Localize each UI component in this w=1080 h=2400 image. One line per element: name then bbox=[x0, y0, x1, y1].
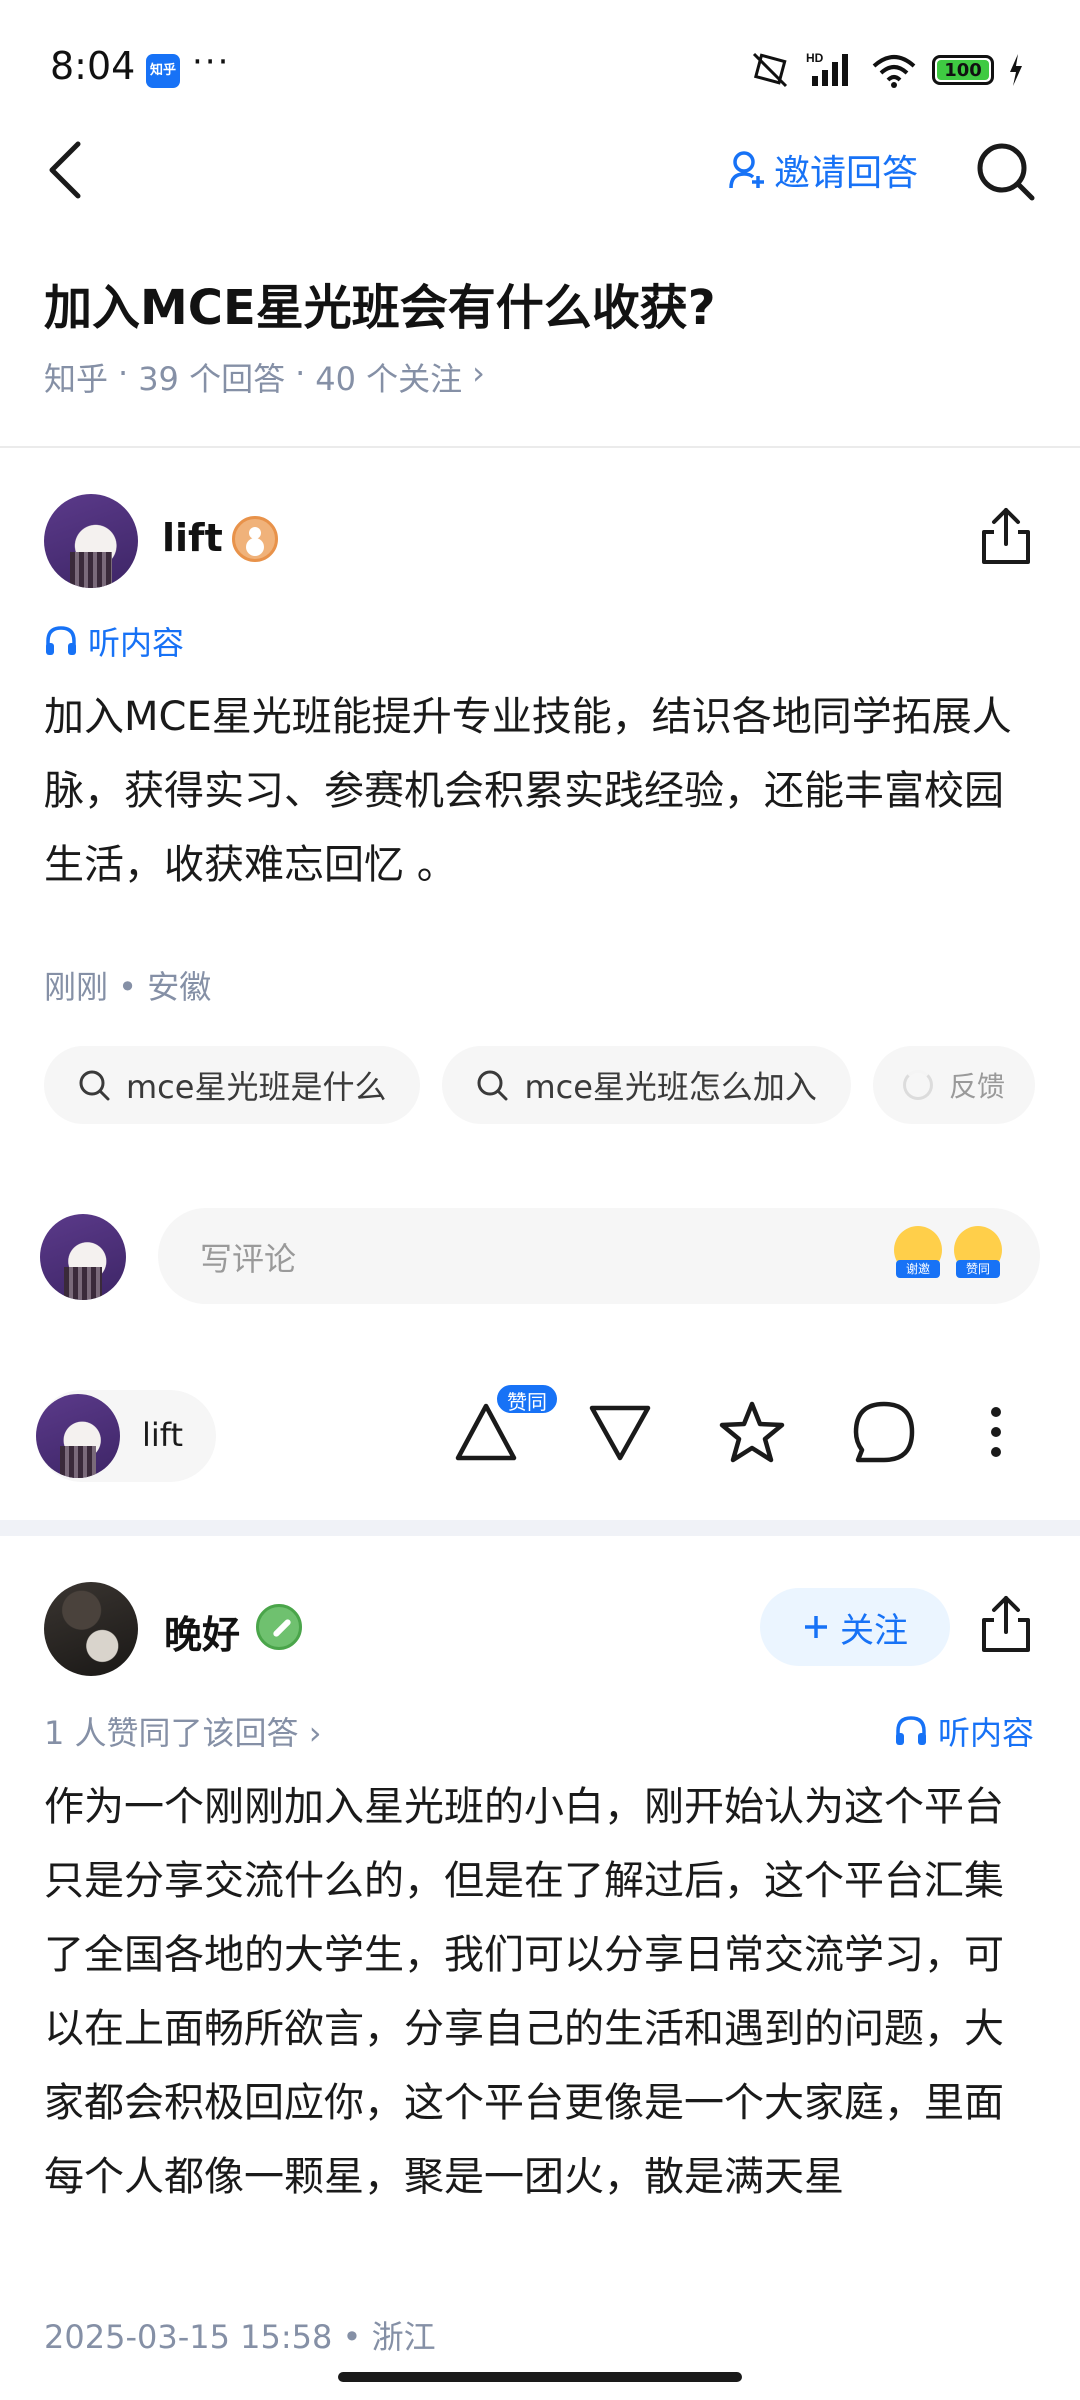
comment-placeholder: 写评论 bbox=[200, 1240, 297, 1278]
upvote-badge: 赞同 bbox=[494, 1382, 560, 1416]
share-icon[interactable] bbox=[978, 506, 1034, 566]
search-icon bbox=[477, 1070, 508, 1101]
invite-answer-button[interactable]: 邀请回答 bbox=[728, 144, 918, 196]
invite-answer-label: 邀请回答 bbox=[774, 153, 919, 194]
comment-icon[interactable] bbox=[848, 1396, 920, 1468]
more-vertical-icon[interactable] bbox=[960, 1396, 1032, 1468]
headphones-icon bbox=[46, 626, 76, 655]
loading-spinner-icon bbox=[902, 1070, 933, 1100]
thanks-invite-emoji-icon[interactable]: 谢邀 bbox=[894, 1226, 942, 1278]
charging-icon bbox=[1010, 54, 1022, 86]
star-icon[interactable] bbox=[716, 1396, 788, 1468]
meta-separator: · bbox=[295, 354, 306, 392]
feedback-label: 反馈 bbox=[948, 1070, 1005, 1103]
chip-label: mce星光班怎么加入 bbox=[524, 1068, 817, 1106]
listen-content-button[interactable]: 听内容 bbox=[894, 1708, 1034, 1754]
comment-input[interactable]: 写评论 谢邀 赞同 bbox=[158, 1208, 1040, 1304]
follow-button[interactable]: 关注 bbox=[760, 1588, 950, 1666]
question-title[interactable]: 加入MCE星光班会有什么收获? bbox=[44, 268, 716, 338]
answer-meta: 刚刚 • 安徽 bbox=[44, 968, 212, 1006]
related-search-chips: mce星光班是什么 mce星光班怎么加入 反馈 bbox=[44, 1046, 1080, 1124]
question-meta[interactable]: 知乎 · 39 个回答 · 40 个关注 › bbox=[44, 354, 485, 400]
notification-more-icon: ··· bbox=[192, 42, 231, 82]
battery-icon: 100 bbox=[932, 55, 994, 85]
meta-separator: · bbox=[118, 354, 129, 392]
downvote-icon[interactable] bbox=[584, 1396, 656, 1468]
share-icon[interactable] bbox=[978, 1594, 1034, 1654]
home-indicator[interactable] bbox=[338, 2372, 742, 2382]
zhihu-app-icon: 知乎 bbox=[146, 54, 180, 88]
listen-content-button[interactable]: 听内容 bbox=[44, 618, 184, 664]
mute-vibrate-icon bbox=[752, 52, 788, 88]
listen-content-label: 听内容 bbox=[88, 624, 185, 662]
emoji-label: 谢邀 bbox=[896, 1260, 940, 1278]
related-search-chip[interactable]: mce星光班是什么 bbox=[44, 1046, 421, 1124]
signal-icon: HD bbox=[806, 51, 848, 86]
related-search-chip[interactable]: mce星光班怎么加入 bbox=[442, 1046, 851, 1124]
wifi-icon bbox=[872, 55, 916, 88]
status-icons: HD 100 bbox=[748, 50, 1024, 90]
upvote-summary[interactable]: 1 人赞同了该回答 › bbox=[44, 1708, 322, 1754]
header-divider bbox=[0, 446, 1080, 448]
status-time: 8:04 bbox=[50, 44, 136, 88]
answer-body[interactable]: 作为一个刚刚加入星光班的小白，刚开始认为这个平台只是分享交流什么的，但是在了解过… bbox=[44, 1770, 1034, 2214]
headphones-icon bbox=[896, 1716, 926, 1745]
answer-body[interactable]: 加入MCE星光班能提升专业技能，结识各地同学拓展人脉，获得实习、参赛机会积累实践… bbox=[44, 680, 1034, 902]
author-pill[interactable]: lift bbox=[36, 1390, 216, 1482]
chip-label: mce星光班是什么 bbox=[126, 1068, 387, 1106]
author-name[interactable]: lift bbox=[162, 516, 223, 560]
listen-content-label: 听内容 bbox=[938, 1714, 1035, 1752]
follower-count: 40 个关注 bbox=[315, 360, 463, 398]
battery-level: 100 bbox=[944, 59, 982, 81]
svg-text:HD: HD bbox=[806, 51, 824, 65]
question-source: 知乎 bbox=[44, 360, 109, 398]
search-icon[interactable] bbox=[974, 140, 1038, 204]
feedback-chip[interactable]: 反馈 bbox=[872, 1046, 1035, 1124]
verified-badge-icon bbox=[256, 1604, 302, 1650]
answer-count: 39 个回答 bbox=[138, 360, 286, 398]
emoji-label: 赞同 bbox=[956, 1260, 1000, 1278]
chevron-right-icon: › bbox=[472, 354, 485, 392]
current-user-avatar bbox=[40, 1214, 126, 1300]
search-icon bbox=[79, 1070, 110, 1101]
pill-author-name: lift bbox=[142, 1416, 184, 1454]
author-name[interactable]: 晚好 bbox=[164, 1604, 240, 1659]
answer-meta: 2025-03-15 15:58 • 浙江 bbox=[44, 2318, 436, 2356]
user-badge-icon bbox=[232, 516, 278, 562]
answer-separator bbox=[0, 1520, 1080, 1536]
back-arrow-icon[interactable] bbox=[38, 138, 98, 202]
follow-label: 关注 bbox=[840, 1610, 908, 1651]
avatar[interactable] bbox=[44, 494, 138, 588]
avatar bbox=[36, 1394, 120, 1478]
agree-emoji-icon[interactable]: 赞同 bbox=[954, 1226, 1002, 1278]
status-bar: 8:04 知乎 ··· HD 100 bbox=[0, 0, 1080, 140]
avatar[interactable] bbox=[44, 1582, 138, 1676]
person-add-icon bbox=[729, 151, 764, 189]
answer-action-bar: lift 赞同 bbox=[0, 1382, 1080, 1486]
plus-icon bbox=[805, 1616, 827, 1638]
top-navigation-bar: 邀请回答 bbox=[0, 120, 1080, 220]
